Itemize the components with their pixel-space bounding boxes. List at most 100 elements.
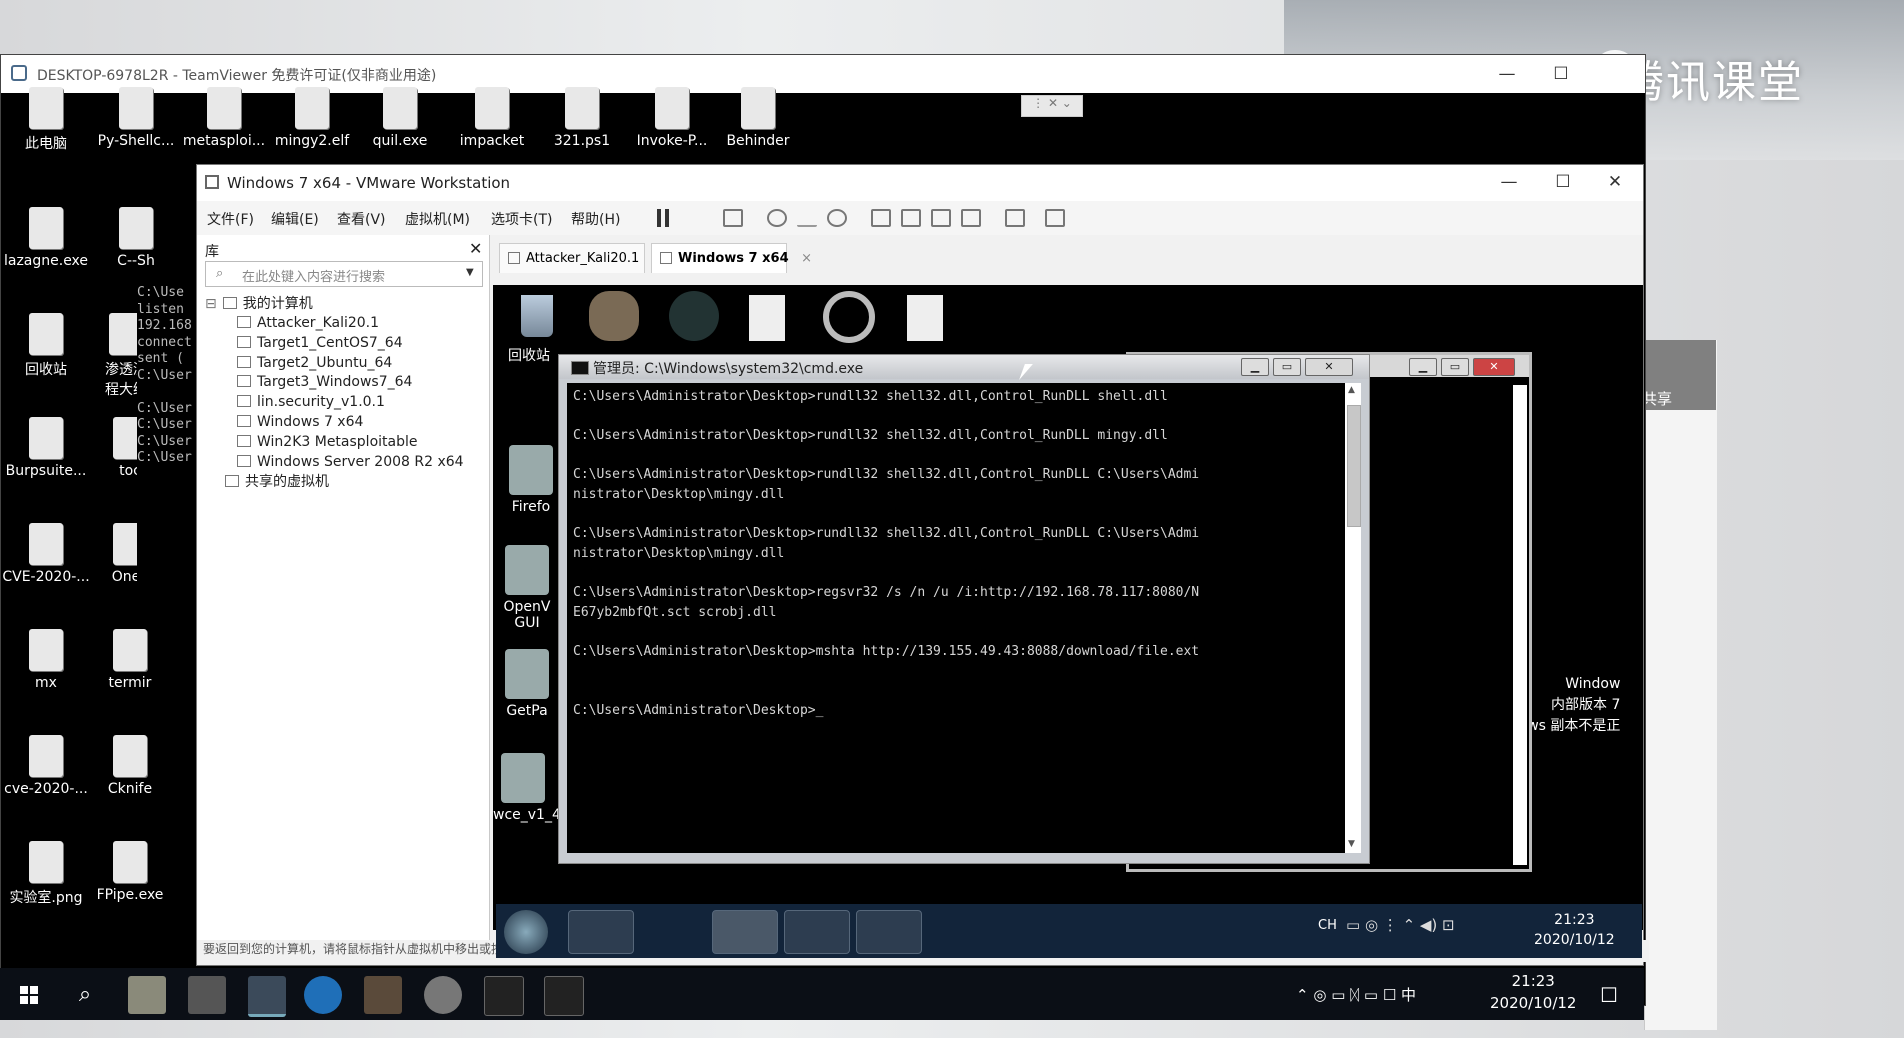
tree-vm-item[interactable]: Win2K3 Metasploitable (237, 434, 418, 450)
pause-icon[interactable] (655, 209, 671, 227)
tree-vm-item[interactable]: Attacker_Kali20.1 (237, 315, 379, 331)
bg-cmd-close-button[interactable]: ✕ (1473, 358, 1515, 376)
taskbar-chrome-icon[interactable] (424, 976, 462, 1014)
tree-vm-item[interactable]: Windows Server 2008 R2 x64 (237, 454, 464, 470)
tree-vm-item[interactable]: lin.security_v1.0.1 (237, 394, 385, 410)
bg-cmd-minimize-button[interactable]: ▁ (1409, 358, 1437, 376)
desktop-icon[interactable]: cve-2020-... (1, 735, 91, 797)
cmd-minimize-button[interactable]: ▁ (1241, 358, 1269, 376)
desktop-icon[interactable]: Invoke-P... (627, 87, 717, 149)
scroll-up-icon[interactable]: ▲ (1348, 385, 1355, 395)
snapshot-manager-icon[interactable] (827, 209, 847, 227)
share-label[interactable]: 共享 (1642, 388, 1672, 409)
bg-cmd-maximize-button[interactable]: ▭ (1441, 358, 1469, 376)
unity-icon[interactable] (961, 209, 981, 227)
library-close-button[interactable]: ✕ (469, 239, 482, 258)
desktop-icon[interactable]: 此电脑 (1, 87, 91, 153)
teamviewer-minimize-button[interactable]: — (1495, 63, 1519, 85)
desktop-icon[interactable]: impacket (447, 87, 537, 149)
tab-windows7-x64[interactable]: Windows 7 x64 × (651, 243, 812, 273)
guest-start-button[interactable] (504, 910, 548, 954)
guest-lang-indicator[interactable]: CH (1318, 918, 1337, 933)
tree-vm-item[interactable]: Windows 7 x64 (237, 414, 363, 430)
taskbar-cmd-icon[interactable] (544, 976, 584, 1016)
show-library-icon[interactable] (871, 209, 891, 227)
tab-close-button[interactable]: × (801, 251, 812, 266)
host-tray-icons[interactable]: ⌃ ◎ ▭ ᛞ ▭ ☐ 中 (1296, 984, 1416, 1005)
desktop-icon[interactable]: metasploi... (179, 87, 269, 149)
desktop-icon[interactable]: Burpsuite... (1, 417, 91, 479)
bg-cmd-scrollbar[interactable] (1513, 385, 1527, 865)
guest-taskbar-app[interactable] (784, 910, 850, 954)
desktop-icon[interactable]: C--Sh (91, 207, 181, 269)
cmd-scrollbar[interactable]: ▲ ▼ (1345, 383, 1361, 853)
desktop-icon[interactable]: 实验室.png (1, 841, 91, 907)
guest-desktop-icon[interactable]: wce_v1_4... (493, 753, 574, 823)
desktop-icon[interactable]: Py-Shellc... (91, 87, 181, 149)
tree-root-my-computer[interactable]: ⊟ 我的计算机 (205, 293, 313, 313)
host-clock[interactable]: 21:23 2020/10/12 (1490, 970, 1576, 1014)
send-ctrl-alt-del-icon[interactable] (723, 209, 743, 227)
guest-desktop-icon[interactable]: GetPa (497, 649, 557, 719)
desktop-icon[interactable]: 321.ps1 (537, 87, 627, 149)
desktop-icon[interactable]: quil.exe (355, 87, 445, 149)
snapshot-icon[interactable] (767, 209, 787, 227)
taskbar-app-icon[interactable] (364, 976, 402, 1014)
guest-taskbar-cmd[interactable] (712, 910, 778, 954)
taskbar-terminal-icon[interactable] (484, 976, 524, 1016)
desktop-icon[interactable]: Cknife (85, 735, 175, 797)
teamviewer-toolbar-toggle[interactable]: ⋮ ✕ ⌄ (1021, 95, 1083, 117)
desktop-icon[interactable]: mingy2.elf (267, 87, 357, 149)
guest-wireshark-icon[interactable] (669, 291, 719, 341)
tree-vm-item[interactable]: Target3_Windows7_64 (237, 374, 412, 390)
guest-desktop-icon[interactable]: 回收站 (499, 345, 559, 365)
guest-taskbar-firefox[interactable] (640, 910, 704, 952)
console-view-icon[interactable] (1005, 209, 1025, 227)
collapse-icon[interactable]: ⊟ (205, 296, 217, 312)
guest-search-file-icon[interactable] (907, 295, 943, 341)
taskbar-edge-icon[interactable] (304, 976, 342, 1014)
notification-icon[interactable]: ☐ (1590, 976, 1628, 1014)
menu-file[interactable]: 文件(F) (207, 209, 254, 229)
guest-desktop-icon[interactable]: Firefo (501, 445, 561, 515)
desktop-icon[interactable]: mx (1, 629, 91, 691)
teamviewer-maximize-button[interactable]: ☐ (1549, 63, 1573, 85)
cmd-console[interactable]: C:\Users\Administrator\Desktop>rundll32 … (567, 383, 1351, 853)
thumbnail-bar-icon[interactable] (901, 209, 921, 227)
stretch-guest-icon[interactable] (1045, 209, 1065, 227)
chevron-down-icon[interactable]: ▼ (466, 267, 474, 278)
desktop-icon[interactable]: Behinder (713, 87, 803, 149)
menu-edit[interactable]: 编辑(E) (271, 209, 319, 229)
scroll-down-icon[interactable]: ▼ (1348, 839, 1355, 849)
tree-vm-item[interactable]: Target1_CentOS7_64 (237, 335, 403, 351)
guest-file-icon[interactable] (749, 295, 785, 341)
taskbar-screenshot-icon[interactable] (188, 976, 226, 1014)
vmware-close-button[interactable]: ✕ (1603, 171, 1627, 193)
windows-start-icon[interactable] (10, 976, 48, 1014)
guest-app-icon[interactable] (589, 291, 639, 341)
desktop-icon[interactable]: termir (85, 629, 175, 691)
desktop-icon[interactable]: CVE-2020-... (1, 523, 91, 585)
vmware-maximize-button[interactable]: ☐ (1551, 171, 1575, 193)
guest-openvpn-icon[interactable] (823, 291, 875, 343)
guest-desktop-icon[interactable]: OpenV GUI (497, 545, 557, 631)
library-search-input[interactable]: ⌕ 在此处键入内容进行搜索 ▼ (205, 261, 483, 287)
guest-clock[interactable]: 21:23 2020/10/12 (1534, 910, 1615, 950)
search-icon[interactable]: ⌕ (66, 976, 104, 1014)
desktop-icon[interactable]: FPipe.exe (85, 841, 175, 903)
tab-attacker-kali[interactable]: Attacker_Kali20.1 × (499, 243, 662, 273)
vmware-minimize-button[interactable]: — (1497, 171, 1521, 193)
menu-tabs[interactable]: 选项卡(T) (491, 209, 552, 229)
cmd-window[interactable]: 管理员: C:\Windows\system32\cmd.exe ▁ ▭ ✕ C… (558, 354, 1370, 864)
cmd-close-button[interactable]: ✕ (1305, 358, 1353, 376)
cmd-scroll-thumb[interactable] (1347, 405, 1361, 527)
tree-vm-item[interactable]: Target2_Ubuntu_64 (237, 355, 392, 371)
cmd-maximize-button[interactable]: ▭ (1273, 358, 1301, 376)
guest-taskbar-network[interactable] (856, 910, 922, 954)
guest-taskbar-explorer[interactable] (568, 910, 634, 954)
guest-recycle-bin-icon[interactable] (515, 291, 559, 341)
revert-snapshot-icon[interactable] (797, 209, 817, 227)
desktop-icon[interactable]: lazagne.exe (1, 207, 91, 269)
menu-help[interactable]: 帮助(H) (571, 209, 620, 229)
tree-shared-vms[interactable]: 共享的虚拟机 (225, 471, 329, 491)
